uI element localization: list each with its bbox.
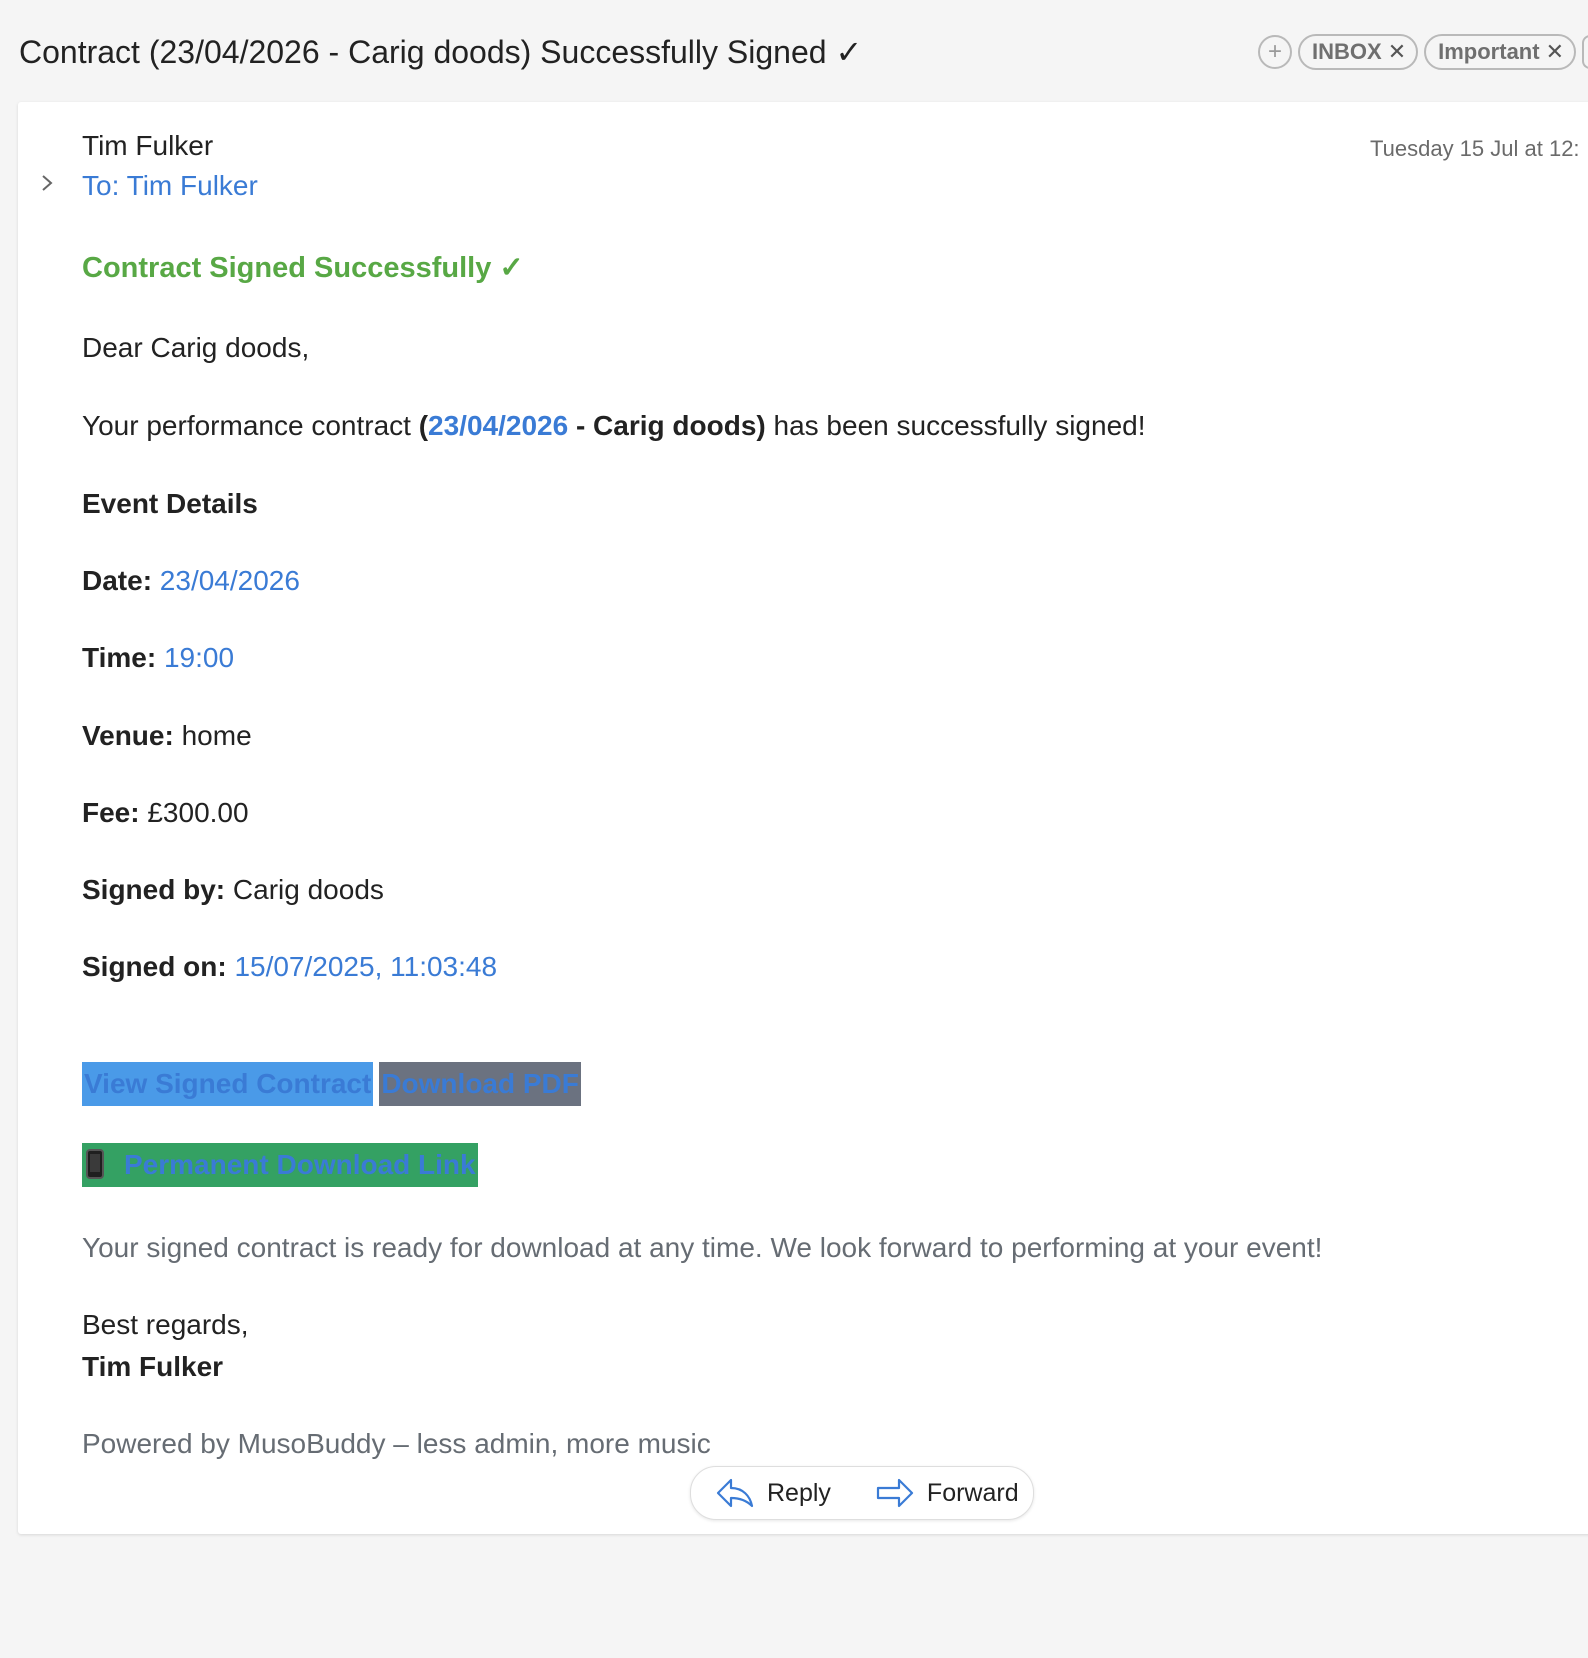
download-pdf-button[interactable]: Download PDF [379, 1062, 581, 1106]
signature: Tim Fulker [82, 1351, 224, 1382]
intro-date-link[interactable]: 23/04/2026 [428, 410, 568, 441]
tag-inbox[interactable]: INBOX ✕ [1298, 34, 1419, 70]
permanent-download-link-button[interactable]: Permanent Download Link [82, 1143, 478, 1187]
recipient-line[interactable]: To: Tim Fulker [82, 168, 258, 204]
mobile-phone-icon [86, 1149, 104, 1179]
tag-label: INBOX [1312, 39, 1382, 64]
detail-value: home [181, 720, 252, 751]
reply-icon [716, 1478, 754, 1508]
sender-name: Tim Fulker [82, 130, 214, 161]
intro-prefix: Your performance contract [82, 410, 419, 441]
add-tag-button[interactable]: + [1258, 35, 1292, 69]
forward-label: Forward [926, 1478, 1019, 1507]
detail-time: Time: 19:00 [82, 640, 234, 676]
tag-bar: + INBOX ✕ Important ✕ [1258, 34, 1588, 70]
detail-signed-on: Signed on: 15/07/2025, 11:03:48 [82, 949, 497, 985]
message-date: Tuesday 15 Jul at 12: [1370, 136, 1580, 161]
detail-label: Time: [82, 642, 157, 673]
permanent-link-row: Permanent Download Link [82, 1143, 478, 1187]
detail-label: Signed on: [82, 951, 227, 982]
detail-value: £300.00 [147, 797, 249, 828]
tag-overflow[interactable] [1582, 35, 1588, 69]
intro-suffix: has been successfully signed! [765, 410, 1146, 441]
intro-text: Your performance contract (23/04/2026 - … [82, 408, 1146, 444]
detail-value: Carig doods [232, 874, 384, 905]
forward-icon [876, 1478, 914, 1508]
ready-note: Your signed contract is ready for downlo… [82, 1232, 1323, 1263]
detail-label: Signed by: [82, 874, 226, 905]
message-card [18, 102, 1588, 1534]
permanent-download-label: Permanent Download Link [124, 1149, 476, 1180]
intro-open-paren: ( [418, 410, 429, 441]
tag-important[interactable]: Important ✕ [1424, 34, 1577, 70]
regards: Best regards, [82, 1309, 249, 1340]
detail-date: Date: 23/04/2026 [82, 563, 300, 599]
chevron-right-icon[interactable] [40, 172, 54, 200]
detail-label: Fee: [82, 797, 140, 828]
plus-icon: + [1267, 38, 1282, 65]
detail-value-link[interactable]: 23/04/2026 [160, 565, 300, 596]
remove-tag-icon[interactable]: ✕ [1546, 39, 1564, 65]
reply-label: Reply [767, 1478, 831, 1507]
tag-label: Important [1438, 39, 1540, 64]
detail-fee: Fee: £300.00 [82, 795, 249, 831]
greeting: Dear Carig doods, [82, 332, 310, 363]
detail-signed-by: Signed by: Carig doods [82, 872, 384, 908]
event-details-heading: Event Details [82, 488, 258, 519]
detail-venue: Venue: home [82, 718, 252, 754]
reply-button[interactable]: Reply [691, 1467, 851, 1519]
email-subject: Contract (23/04/2026 - Carig doods) Succ… [19, 34, 863, 70]
detail-value-link[interactable]: 19:00 [164, 642, 234, 673]
powered-by: Powered by MusoBuddy – less admin, more … [82, 1428, 711, 1459]
detail-label: Date: [82, 565, 153, 596]
remove-tag-icon[interactable]: ✕ [1388, 39, 1406, 65]
message-actions: Reply Forward [690, 1466, 1034, 1520]
contract-buttons: View Signed Contract Download PDF [82, 1062, 581, 1106]
detail-value-link[interactable]: 15/07/2025, 11:03:48 [234, 951, 497, 982]
forward-button[interactable]: Forward [851, 1467, 1039, 1519]
headline: Contract Signed Successfully ✓ [82, 252, 524, 284]
detail-label: Venue: [82, 720, 174, 751]
intro-client: - Carig doods) [568, 410, 766, 441]
view-signed-contract-button[interactable]: View Signed Contract [82, 1062, 374, 1106]
